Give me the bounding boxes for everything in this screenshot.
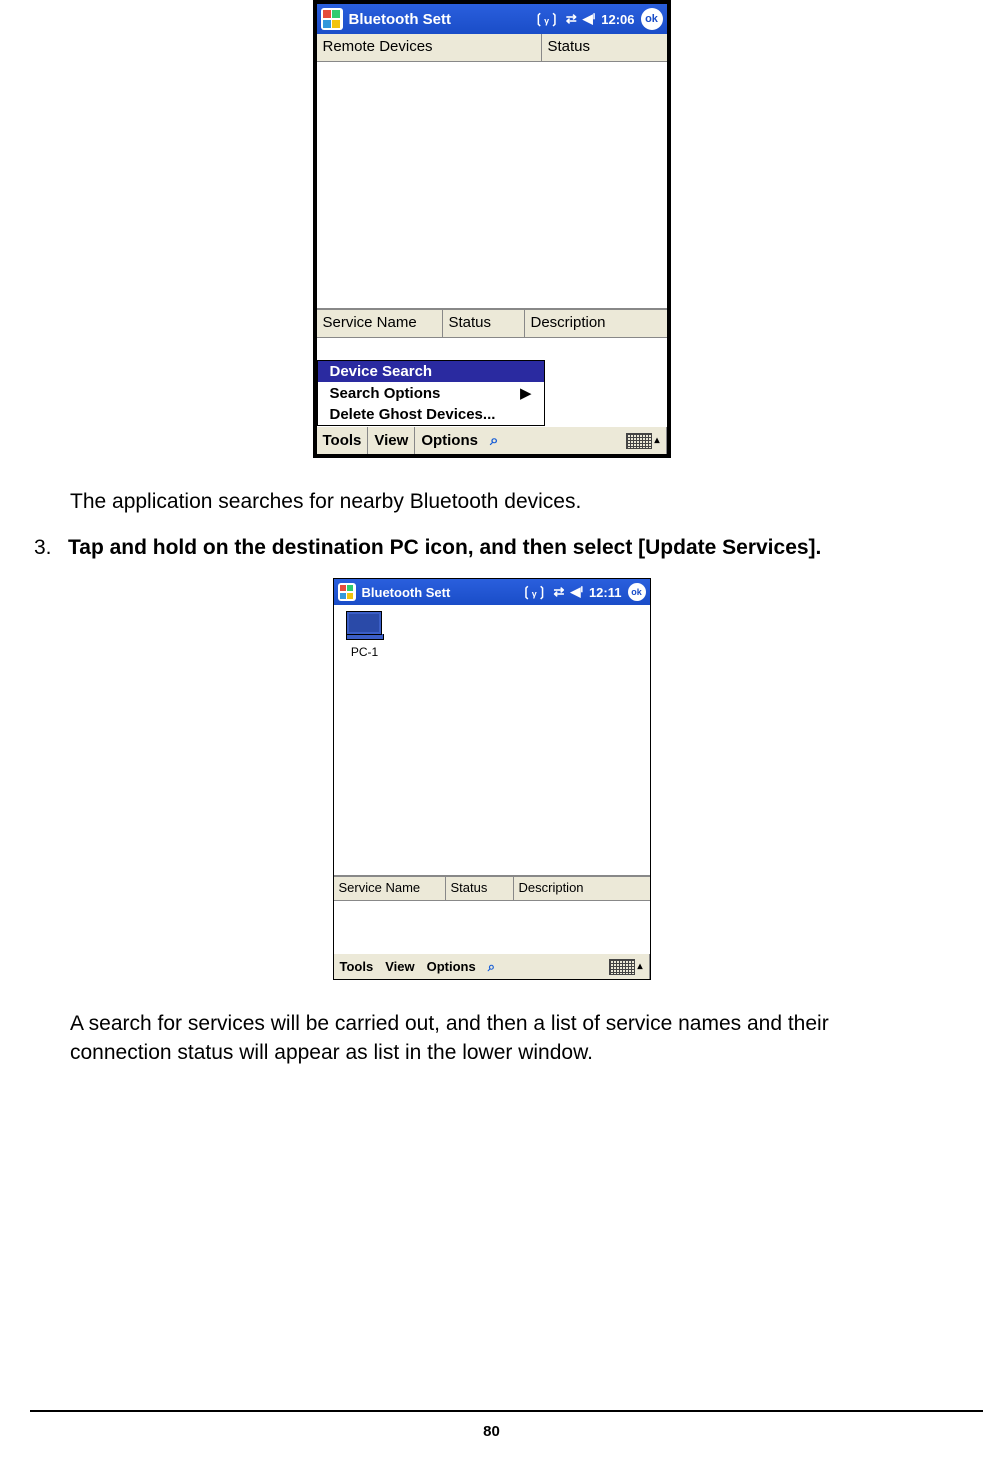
screenshot-2: Bluetooth Sett ❲ᵧ❳ ⇄ ◀ᑊ 12:11 ok PC-1: [0, 578, 983, 980]
col-status[interactable]: Status: [542, 34, 667, 61]
menu-device-search[interactable]: Device Search: [318, 361, 544, 382]
caption-2: A search for services will be carried ou…: [70, 1010, 923, 1067]
device-list-area[interactable]: [317, 62, 667, 310]
clock: 12:06: [601, 12, 634, 27]
chevron-up-icon: ▴: [654, 435, 659, 446]
search-icon[interactable]: ⌕: [482, 954, 501, 979]
step-text: Tap and hold on the destination PC icon,…: [68, 536, 821, 560]
keyboard-toggle[interactable]: ▴: [620, 427, 666, 454]
keyboard-icon: [626, 433, 652, 449]
volume-icon: ◀ᑊ: [583, 11, 596, 27]
col-description[interactable]: Description: [525, 310, 667, 337]
lower-column-headers: Service Name Status Description: [317, 310, 667, 338]
sync-icon: ⇄: [554, 584, 565, 600]
app-title: Bluetooth Sett: [349, 11, 452, 28]
upper-column-headers: Remote Devices Status: [317, 34, 667, 62]
volume-icon: ◀ᑊ: [570, 584, 583, 600]
keyboard-toggle[interactable]: ▴: [603, 954, 649, 979]
service-list-area[interactable]: [317, 338, 667, 360]
step-number: 3.: [34, 536, 68, 560]
windows-flag-icon[interactable]: [321, 8, 343, 30]
search-icon[interactable]: ⌕: [484, 427, 504, 454]
ok-button[interactable]: ok: [628, 583, 646, 601]
status-icons: ❲ᵧ❳ ⇄ ◀ᑊ 12:11: [521, 584, 621, 600]
signal-icon: ❲ᵧ❳: [533, 11, 560, 27]
page-number: 80: [0, 1423, 983, 1440]
lower-column-headers-2: Service Name Status Description: [334, 877, 650, 901]
screenshot-1: Bluetooth Sett ❲ᵧ❳ ⇄ ◀ᑊ 12:06 ok Remote …: [0, 0, 983, 458]
device-label: PC-1: [340, 645, 390, 659]
view-menu[interactable]: View: [368, 427, 415, 454]
keyboard-icon: [609, 959, 635, 975]
menu-search-options[interactable]: Search Options ▶: [318, 382, 544, 404]
device-frame-1: Bluetooth Sett ❲ᵧ❳ ⇄ ◀ᑊ 12:06 ok Remote …: [313, 0, 671, 458]
menu-delete-ghost[interactable]: Delete Ghost Devices...: [318, 404, 544, 425]
status-icons: ❲ᵧ❳ ⇄ ◀ᑊ 12:06: [533, 11, 634, 27]
device-pc-1[interactable]: PC-1: [340, 611, 390, 659]
chevron-up-icon: ▴: [637, 961, 642, 972]
ok-button[interactable]: ok: [641, 8, 663, 30]
titlebar-2: Bluetooth Sett ❲ᵧ❳ ⇄ ◀ᑊ 12:11 ok: [334, 579, 650, 605]
menu-item-label: Device Search: [330, 363, 433, 380]
view-menu[interactable]: View: [379, 954, 420, 979]
bottom-toolbar: Tools View Options ⌕ ▴: [317, 426, 667, 454]
caption-1: The application searches for nearby Blue…: [70, 488, 923, 516]
context-menu: Device Search Search Options ▶ Delete Gh…: [317, 360, 545, 426]
windows-flag-icon[interactable]: [338, 583, 356, 601]
clock: 12:11: [589, 585, 622, 600]
options-menu[interactable]: Options: [421, 954, 482, 979]
bottom-toolbar-2: Tools View Options ⌕ ▴: [334, 953, 650, 979]
tools-menu[interactable]: Tools: [317, 427, 369, 454]
submenu-arrow-icon: ▶: [520, 384, 532, 402]
col-service-name[interactable]: Service Name: [317, 310, 443, 337]
sync-icon: ⇄: [566, 11, 577, 27]
app-title: Bluetooth Sett: [362, 585, 451, 600]
options-menu[interactable]: Options: [415, 427, 484, 454]
col-description[interactable]: Description: [514, 877, 650, 900]
signal-icon: ❲ᵧ❳: [521, 584, 548, 600]
menu-item-label: Search Options: [330, 385, 441, 402]
laptop-icon: [346, 611, 384, 643]
service-list-area-2[interactable]: [334, 901, 650, 953]
col-remote-devices[interactable]: Remote Devices: [317, 34, 542, 61]
device-icons-area[interactable]: PC-1: [334, 605, 650, 877]
menu-item-label: Delete Ghost Devices...: [330, 406, 496, 423]
col-service-status[interactable]: Status: [446, 877, 514, 900]
footer-separator: [30, 1410, 983, 1412]
tools-menu[interactable]: Tools: [334, 954, 380, 979]
step-3: 3. Tap and hold on the destination PC ic…: [34, 536, 983, 560]
device-frame-2: Bluetooth Sett ❲ᵧ❳ ⇄ ◀ᑊ 12:11 ok PC-1: [333, 578, 651, 980]
titlebar-1: Bluetooth Sett ❲ᵧ❳ ⇄ ◀ᑊ 12:06 ok: [317, 4, 667, 34]
col-service-name[interactable]: Service Name: [334, 877, 446, 900]
col-service-status[interactable]: Status: [443, 310, 525, 337]
